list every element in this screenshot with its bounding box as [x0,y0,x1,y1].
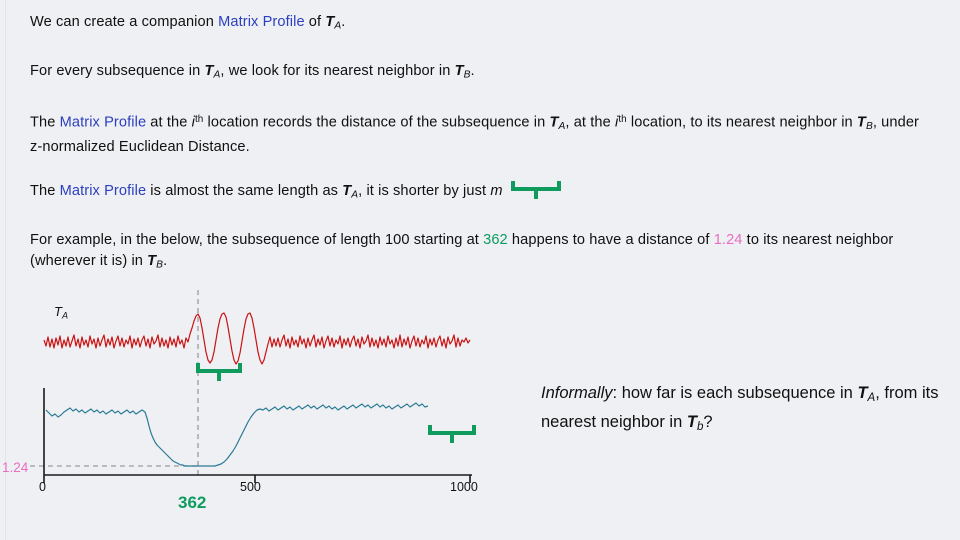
ta-label-subscript: A [61,310,69,321]
p4-text-c: , it is shorter by just [358,183,491,199]
informal-text-c: ? [703,412,713,431]
matrix-profile-series-line [45,402,429,467]
informal-callout: Informally: how far is each subsequence … [541,381,945,439]
p3-symbol-tb-subscript: B [865,121,873,132]
ta-series-line [43,312,471,365]
y-axis-distance-label: 1.24 [2,460,29,475]
slide-canvas: We can create a companion Matrix Profile… [0,0,960,540]
matrix-profile-chart: TA 1.24 0 500 1000 362 [0,290,520,540]
p3-text-a: The [30,114,60,131]
p3-matrix-profile-term: Matrix Profile [59,114,147,131]
x-tick-label-1000: 1000 [450,480,478,494]
p4-text-b: is almost the same length as [146,183,343,199]
p5-start-index: 362 [483,232,508,248]
chart-svg [30,290,472,483]
p1-text-b: of [304,14,326,30]
p2-text-c: . [470,63,475,79]
p1-text-c: . [341,14,346,30]
p4-text-a: The [30,183,60,199]
p1-matrix-profile-term: Matrix Profile [218,14,305,30]
p5-text-b: happens to have a distance of [507,232,714,248]
p2-symbol-tb: T [454,63,464,79]
p5-text-a: For example, in the below, the subsequen… [30,232,484,248]
x-tick-label-500: 500 [240,480,261,494]
p4-symbol-m: m [490,183,503,199]
p3-symbol-tb: T [856,114,866,131]
p2-symbol-ta: T [204,63,214,79]
p4-symbol-ta: T [342,183,352,199]
informal-symbol-ta: T [857,384,868,402]
informal-symbol-tb: T [686,412,697,431]
paragraph-4: The Matrix Profile is almost the same le… [30,181,930,206]
paragraph-5: For example, in the below, the subsequen… [30,230,930,276]
paragraph-3: The Matrix Profile at the ith location r… [30,109,920,158]
paragraph-1: We can create a companion Matrix Profile… [30,12,930,37]
p3-text-b: at the [146,114,192,131]
p1-symbol-t: T [325,14,335,30]
p4-matrix-profile-term: Matrix Profile [59,183,147,199]
p3-text-c: location records the distance of the sub… [203,114,550,131]
informal-lead-word: Informally [541,384,613,402]
paragraph-2: For every subsequence in TA, we look for… [30,61,930,86]
p5-symbol-tb: T [147,253,157,269]
ta-subsequence-brace-icon [196,363,242,385]
p3-text-e: location, to its nearest neighbor in [626,114,857,131]
p3-text-d: , at the [565,114,615,131]
p3-symbol-i-2-superscript: th [618,114,627,125]
informal-text-a: : how far is each subsequence in [612,384,858,402]
p2-symbol-tb-subscript: B [463,69,471,81]
x-highlight-label-362: 362 [178,493,207,512]
ta-label-symbol: T [54,304,62,319]
p5-distance-value: 1.24 [713,232,743,248]
p1-text-a: We can create a companion [30,14,219,30]
matrix-profile-tail-brace-icon [428,425,476,447]
ta-series-label: TA [54,304,68,320]
p2-text-b: , we look for its nearest neighbor in [220,63,455,79]
p2-text-a: For every subsequence in [30,63,205,79]
x-tick-label-0: 0 [39,480,46,494]
subsequence-length-brace-icon [510,181,561,201]
p5-text-d: . [163,253,168,269]
